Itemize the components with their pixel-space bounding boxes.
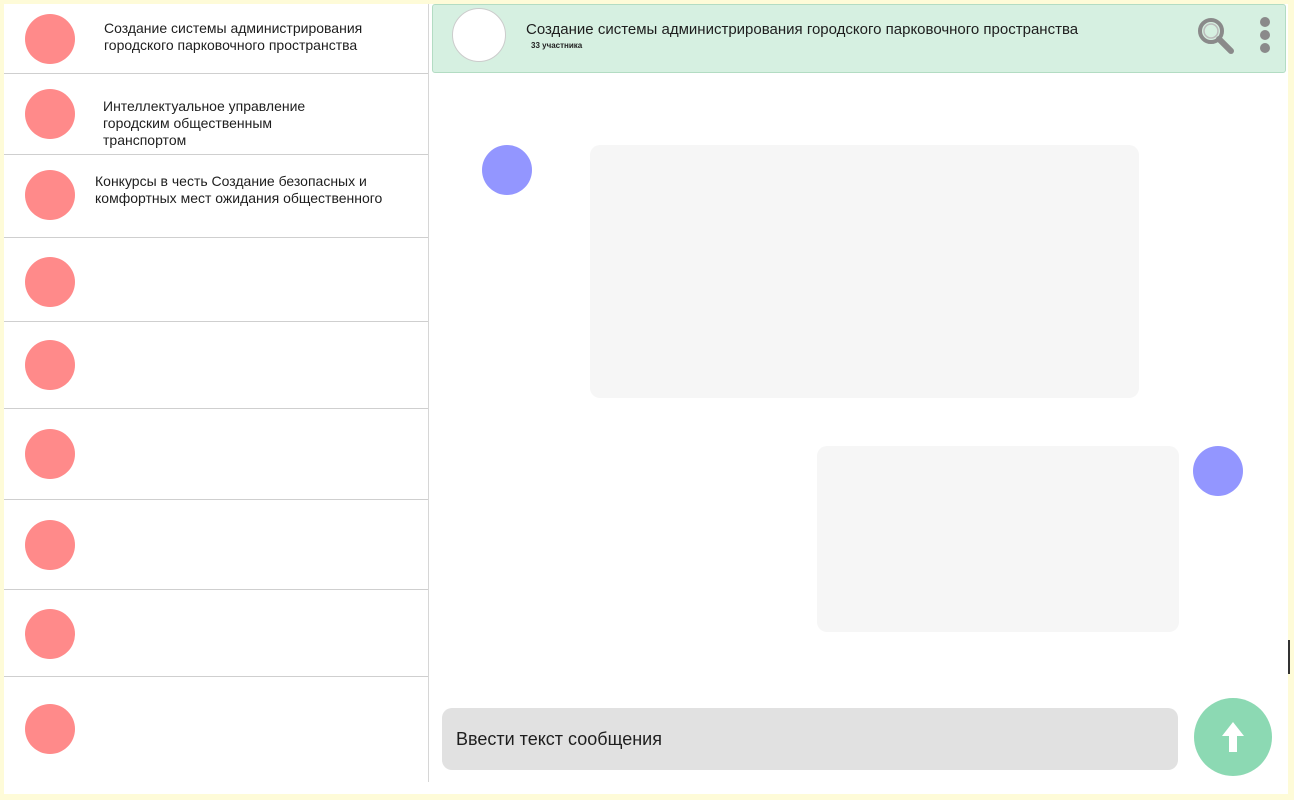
window-edge-divider bbox=[1288, 640, 1290, 674]
chat-list-item[interactable] bbox=[4, 677, 428, 782]
conversation-header: Создание системы администрирования город… bbox=[432, 4, 1286, 73]
chat-list-item[interactable] bbox=[4, 238, 428, 322]
chat-title: Конкурсы в честь Создание безопасных и к… bbox=[95, 173, 383, 206]
chat-avatar bbox=[25, 14, 75, 64]
chat-list-item[interactable]: Создание системы администрирования город… bbox=[4, 4, 428, 74]
more-vertical-icon bbox=[1260, 17, 1270, 53]
message-bubble-outgoing bbox=[817, 446, 1179, 632]
chat-list-item[interactable] bbox=[4, 590, 428, 677]
chat-avatar bbox=[25, 257, 75, 307]
conversation-title: Создание системы администрирования город… bbox=[526, 21, 1079, 38]
chat-title: Создание системы администрирования город… bbox=[104, 20, 363, 53]
messenger-app: Создание системы администрирования город… bbox=[4, 4, 1288, 794]
chat-list-item[interactable]: Конкурсы в честь Создание безопасных и к… bbox=[4, 155, 428, 238]
chat-avatar bbox=[25, 609, 75, 659]
chat-avatar bbox=[25, 520, 75, 570]
chat-list-item[interactable] bbox=[4, 500, 428, 590]
sender-avatar[interactable] bbox=[482, 145, 532, 195]
user-avatar[interactable] bbox=[1193, 446, 1243, 496]
chat-title: Интеллектуальное управление городским об… bbox=[103, 98, 306, 148]
conversation-panel: Создание системы администрирования город… bbox=[432, 4, 1288, 794]
message-input[interactable] bbox=[442, 708, 1178, 770]
chat-list-item[interactable]: Интеллектуальное управление городским об… bbox=[4, 74, 428, 155]
search-button[interactable] bbox=[1195, 15, 1237, 57]
chat-list-sidebar: Создание системы администрирования город… bbox=[4, 4, 429, 782]
arrow-up-icon bbox=[1222, 722, 1244, 752]
chat-avatar bbox=[25, 429, 75, 479]
chat-list-item[interactable] bbox=[4, 322, 428, 409]
chat-avatar bbox=[25, 89, 75, 139]
message-bubble-incoming bbox=[590, 145, 1139, 398]
more-menu-button[interactable] bbox=[1255, 15, 1275, 57]
group-avatar[interactable] bbox=[452, 8, 506, 62]
chat-avatar bbox=[25, 340, 75, 390]
send-button[interactable] bbox=[1194, 698, 1272, 776]
search-icon bbox=[1198, 18, 1234, 54]
chat-avatar bbox=[25, 170, 75, 220]
chat-avatar bbox=[25, 704, 75, 754]
chat-list-item[interactable] bbox=[4, 409, 428, 500]
members-count: 33 участника bbox=[531, 41, 583, 50]
